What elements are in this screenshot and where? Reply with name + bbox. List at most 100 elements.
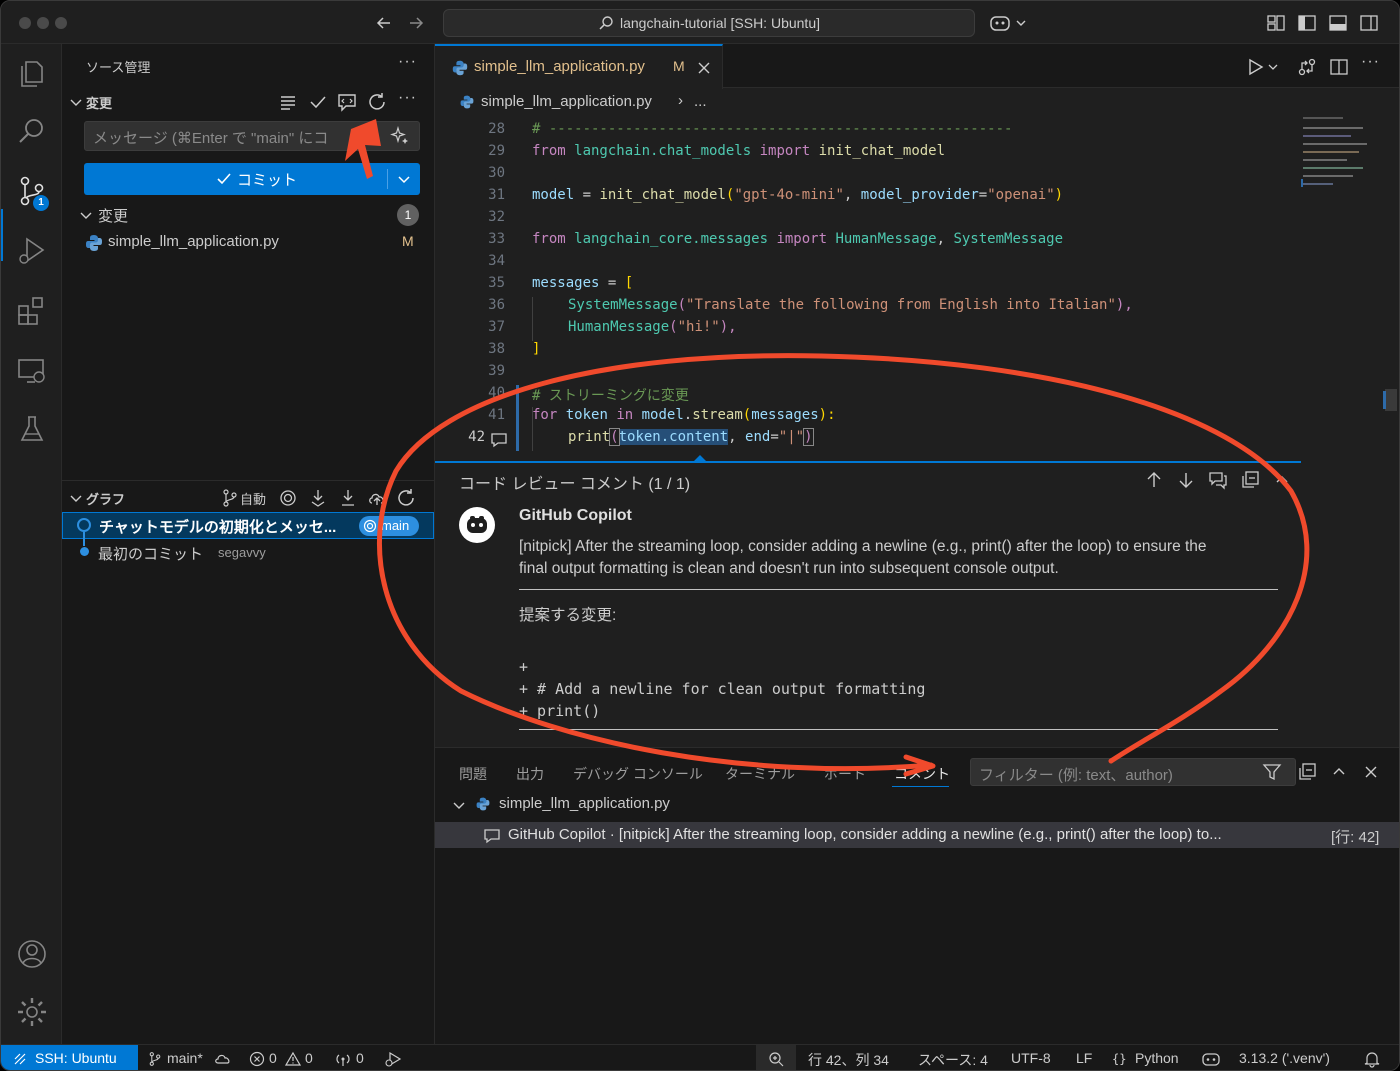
branch-name[interactable]: main* [167,1050,203,1066]
encoding[interactable]: UTF-8 [1011,1050,1051,1066]
editor-more-icon[interactable]: ··· [1361,53,1380,71]
title-bar: langchain-tutorial [SSH: Ubuntu] [1,1,1399,44]
view-as-list-icon[interactable] [278,92,298,112]
sidebar-more-icon[interactable]: ··· [398,53,417,71]
split-editor-icon[interactable] [1329,57,1349,77]
panel-tab-problems[interactable]: 問題 [459,764,487,784]
breadcrumb-separator: › [678,92,683,109]
collapse-all-icon[interactable] [1240,470,1260,490]
python-interpreter[interactable]: 3.13.2 ('.venv') [1239,1050,1330,1066]
minimap[interactable] [1301,113,1381,203]
sparkle-generate-icon[interactable] [390,126,410,146]
branch-icon[interactable] [220,488,240,508]
chevron-down-icon[interactable] [76,205,96,225]
editor-scrollbar-thumb[interactable] [1385,389,1397,411]
pull-icon[interactable] [338,488,358,508]
commit-dropdown-chevron-icon[interactable] [395,170,413,188]
code-review-icon[interactable] [337,92,357,112]
run-debug-icon[interactable] [15,234,49,268]
customize-layout-icon[interactable] [1266,13,1286,33]
breadcrumb-file[interactable]: simple_llm_application.py [481,93,652,110]
toggle-panel-icon[interactable] [1328,13,1348,33]
commit-button[interactable]: コミット [84,163,420,195]
warning-count[interactable]: 0 [305,1050,313,1066]
branch-icon[interactable] [147,1051,163,1067]
graph-auto-label[interactable]: 自動 [240,489,266,508]
chevron-down-icon[interactable] [66,488,86,508]
run-debug-icon[interactable] [384,1051,402,1067]
target-icon[interactable] [278,488,298,508]
minimize-window-icon[interactable] [37,17,49,29]
run-python-icon[interactable] [1247,57,1281,77]
code-editor[interactable]: 28 29 30 31 32 33 34 35 36 37 38 39 40 4… [435,117,1305,457]
forward-arrow-icon[interactable] [406,13,426,33]
filter-icon[interactable] [1262,762,1282,782]
refresh-icon[interactable] [396,488,416,508]
error-count[interactable]: 0 [269,1050,277,1066]
panel-tab-comments[interactable]: コメント [894,764,950,784]
search-icon[interactable] [15,114,49,148]
error-icon[interactable] [249,1051,265,1067]
language-mode[interactable]: Python [1135,1050,1179,1066]
commit-check-icon[interactable] [308,92,328,112]
graph-commit-row[interactable]: 最初のコミット segavvy [62,540,434,567]
testing-icon[interactable] [15,412,49,446]
changes-more-icon[interactable]: ··· [398,89,417,107]
changed-file-status: M [402,233,414,249]
comments-view-icon[interactable] [1208,470,1228,490]
close-window-icon[interactable] [19,17,31,29]
panel-tab-output[interactable]: 出力 [516,764,544,784]
account-icon[interactable] [15,937,49,971]
chevron-down-icon[interactable] [449,795,469,815]
comments-file-name[interactable]: simple_llm_application.py [499,795,670,812]
graph-commit-row-selected[interactable]: チャットモデルの初期化とメッセ... main [62,512,434,539]
explorer-icon[interactable] [15,56,49,90]
panel-tab-terminal[interactable]: ターミナル [725,764,795,784]
chevron-down-icon[interactable] [66,92,86,112]
warning-icon[interactable] [285,1051,301,1067]
toggle-sidebar-icon[interactable] [1297,13,1317,33]
comment-list-item[interactable]: GitHub Copilot · [nitpick] After the str… [435,822,1399,848]
ports-count[interactable]: 0 [356,1050,364,1066]
fetch-icon[interactable] [308,488,328,508]
chevron-up-icon[interactable] [1272,470,1292,490]
collapse-all-icon[interactable] [1297,762,1317,782]
sync-icon[interactable] [214,1051,232,1067]
notifications-bell-icon[interactable] [1363,1050,1381,1068]
indentation[interactable]: スペース: 4 [918,1050,988,1070]
changes-group-label[interactable]: 変更 [98,205,128,226]
comment-icon[interactable] [490,431,508,449]
changes-section-title[interactable]: 変更 [86,93,112,112]
cursor-position[interactable]: 行 42、列 34 [808,1050,889,1070]
arrow-down-icon[interactable] [1176,470,1196,490]
maximize-panel-icon[interactable] [1329,762,1349,782]
copilot-icon[interactable] [1201,1050,1221,1068]
ports-icon[interactable] [335,1051,351,1067]
refresh-icon[interactable] [367,92,387,112]
close-panel-icon[interactable] [1361,762,1381,782]
commit-message-input[interactable]: メッセージ (⌘Enter で "main" にコ [84,121,420,151]
tab-label: simple_llm_application.py [474,58,645,75]
panel-tab-ports[interactable]: ポート [824,764,866,784]
breadcrumb-symbol[interactable]: ... [694,93,707,110]
end-of-line[interactable]: LF [1076,1050,1092,1066]
settings-gear-icon[interactable] [15,995,49,1029]
command-center-search[interactable]: langchain-tutorial [SSH: Ubuntu] [443,9,975,37]
arrow-up-icon[interactable] [1144,470,1164,490]
toggle-secondary-sidebar-icon[interactable] [1359,13,1379,33]
extensions-icon[interactable] [15,294,49,328]
comment-filter-input[interactable]: フィルター (例: text、author) [970,758,1296,786]
copilot-icon[interactable] [989,12,1027,34]
remote-indicator[interactable]: SSH: Ubuntu [1,1045,138,1070]
close-icon[interactable] [696,60,712,76]
cloud-push-icon[interactable] [367,488,387,508]
panel-tab-debug-console[interactable]: デバッグ コンソール [573,764,703,784]
remote-explorer-icon[interactable] [15,354,49,388]
graph-section-title[interactable]: グラフ [86,489,125,508]
back-arrow-icon[interactable] [374,13,394,33]
maximize-window-icon[interactable] [55,17,67,29]
tab-simple-llm-application[interactable]: simple_llm_application.py M [435,44,723,89]
changed-file-name[interactable]: simple_llm_application.py [108,233,279,250]
zoom-indicator[interactable] [756,1045,796,1070]
open-changes-icon[interactable] [1297,57,1317,77]
